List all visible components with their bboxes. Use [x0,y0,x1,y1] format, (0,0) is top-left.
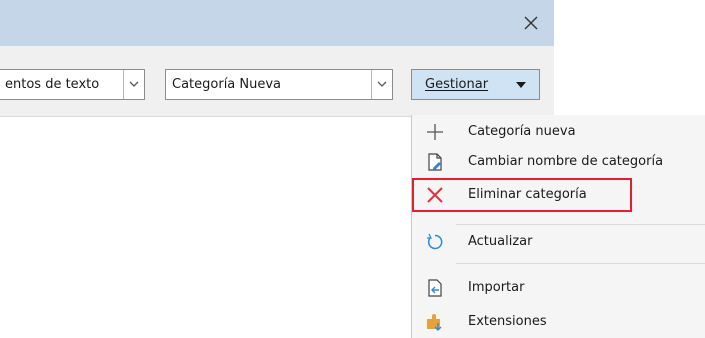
menu-item-import[interactable]: Importar [412,273,705,303]
manage-button-label: Gestionar [425,77,489,92]
filter-combobox-value: entos de texto [5,77,100,92]
chevron-down-icon [377,81,387,87]
rename-document-icon [428,153,442,171]
import-icon [428,279,442,297]
menu-separator [456,263,705,264]
close-icon[interactable] [522,14,540,32]
menu-item-label: Importar [468,280,525,295]
dialog-titlebar [0,0,554,46]
dropdown-arrow-icon [516,82,526,88]
category-dropdown-button[interactable] [371,70,392,99]
menu-item-label: Categoría nueva [468,124,576,139]
menu-item-extensions[interactable]: Extensiones [412,307,705,337]
category-combobox-value: Categoría Nueva [172,77,282,92]
category-combobox[interactable]: Categoría Nueva [165,69,393,100]
menu-item-rename-category[interactable]: Cambiar nombre de categoría [412,147,705,177]
highlight-box [412,178,632,212]
menu-item-label: Cambiar nombre de categoría [468,154,664,169]
refresh-icon [427,233,443,250]
toolbar: entos de texto Categoría Nueva Gestionar [0,46,554,117]
menu-item-new-category[interactable]: Categoría nueva [412,117,705,147]
manage-button[interactable]: Gestionar [411,69,540,100]
chevron-down-icon [129,81,139,87]
menu-item-label: Actualizar [468,234,533,249]
filter-dropdown-button[interactable] [123,70,144,99]
menu-item-label: Extensiones [468,314,547,329]
extensions-icon [427,314,442,331]
plus-icon [427,124,443,140]
manage-dropdown-menu: Categoría nueva Cambiar nombre de catego… [411,115,705,338]
menu-separator [456,224,705,225]
filter-combobox[interactable]: entos de texto [0,69,145,100]
menu-item-refresh[interactable]: Actualizar [412,227,705,257]
